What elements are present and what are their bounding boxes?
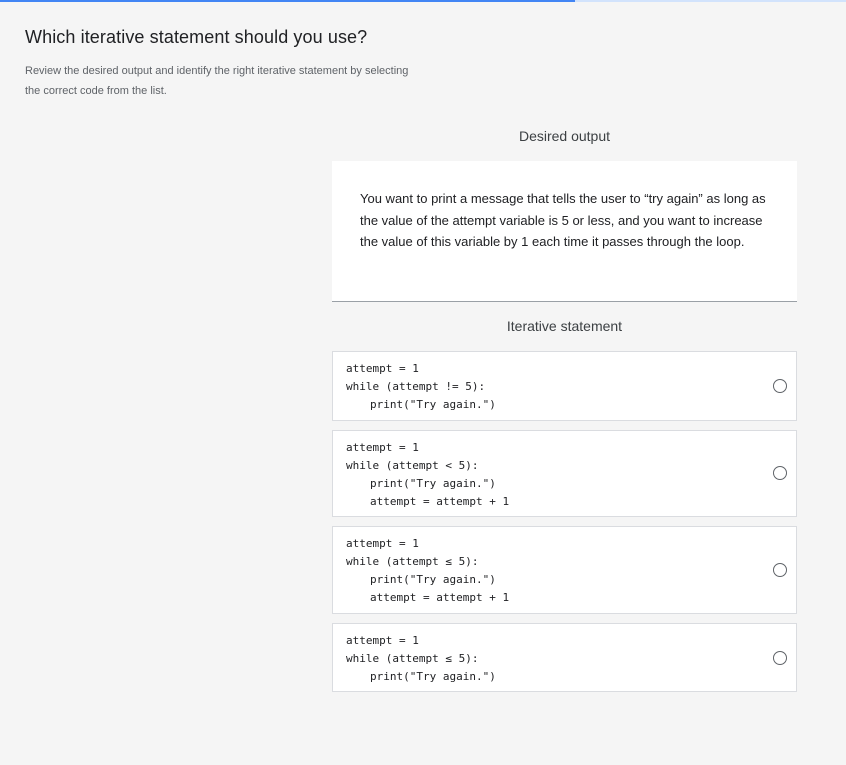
code-line: attempt = 1 [346,362,419,375]
answer-option-4[interactable]: attempt = 1 while (attempt ≤ 5): print("… [332,623,797,692]
desired-output-card: You want to print a message that tells t… [332,161,797,302]
code-line: while (attempt != 5): [346,380,486,393]
answer-option-1[interactable]: attempt = 1 while (attempt != 5): print(… [332,351,797,421]
code-snippet: attempt = 1 while (attempt != 5): print(… [346,360,496,414]
code-line: attempt = attempt + 1 [370,495,510,508]
code-line: while (attempt ≤ 5): [346,652,479,665]
code-line: while (attempt ≤ 5): [346,555,479,568]
answer-option-3[interactable]: attempt = 1 while (attempt ≤ 5): print("… [332,526,797,614]
code-line: print("Try again.") [370,670,496,683]
code-line: attempt = 1 [346,441,419,454]
radio-button[interactable] [773,651,787,665]
code-line: print("Try again.") [370,573,496,586]
code-line: print("Try again.") [370,398,496,411]
radio-button[interactable] [773,563,787,577]
code-line: attempt = 1 [346,537,419,550]
question-title: Which iterative statement should you use… [25,27,368,47]
progress-bar [0,0,846,2]
answer-option-2[interactable]: attempt = 1 while (attempt < 5): print("… [332,430,797,517]
code-snippet: attempt = 1 while (attempt ≤ 5): print("… [346,632,496,686]
radio-button[interactable] [773,379,787,393]
iterative-statement-heading: Iterative statement [506,318,623,334]
desired-output-text: You want to print a message that tells t… [360,191,766,250]
code-snippet: attempt = 1 while (attempt ≤ 5): print("… [346,535,509,607]
code-line: while (attempt < 5): [346,459,479,472]
code-line: attempt = attempt + 1 [370,591,510,604]
code-line: print("Try again.") [370,477,496,490]
code-line: attempt = 1 [346,634,419,647]
code-snippet: attempt = 1 while (attempt < 5): print("… [346,439,509,511]
progress-bar-fill [0,0,576,2]
desired-output-heading: Desired output [518,128,611,144]
radio-button[interactable] [773,466,787,480]
question-instructions: Review the desired output and identify t… [25,65,409,97]
